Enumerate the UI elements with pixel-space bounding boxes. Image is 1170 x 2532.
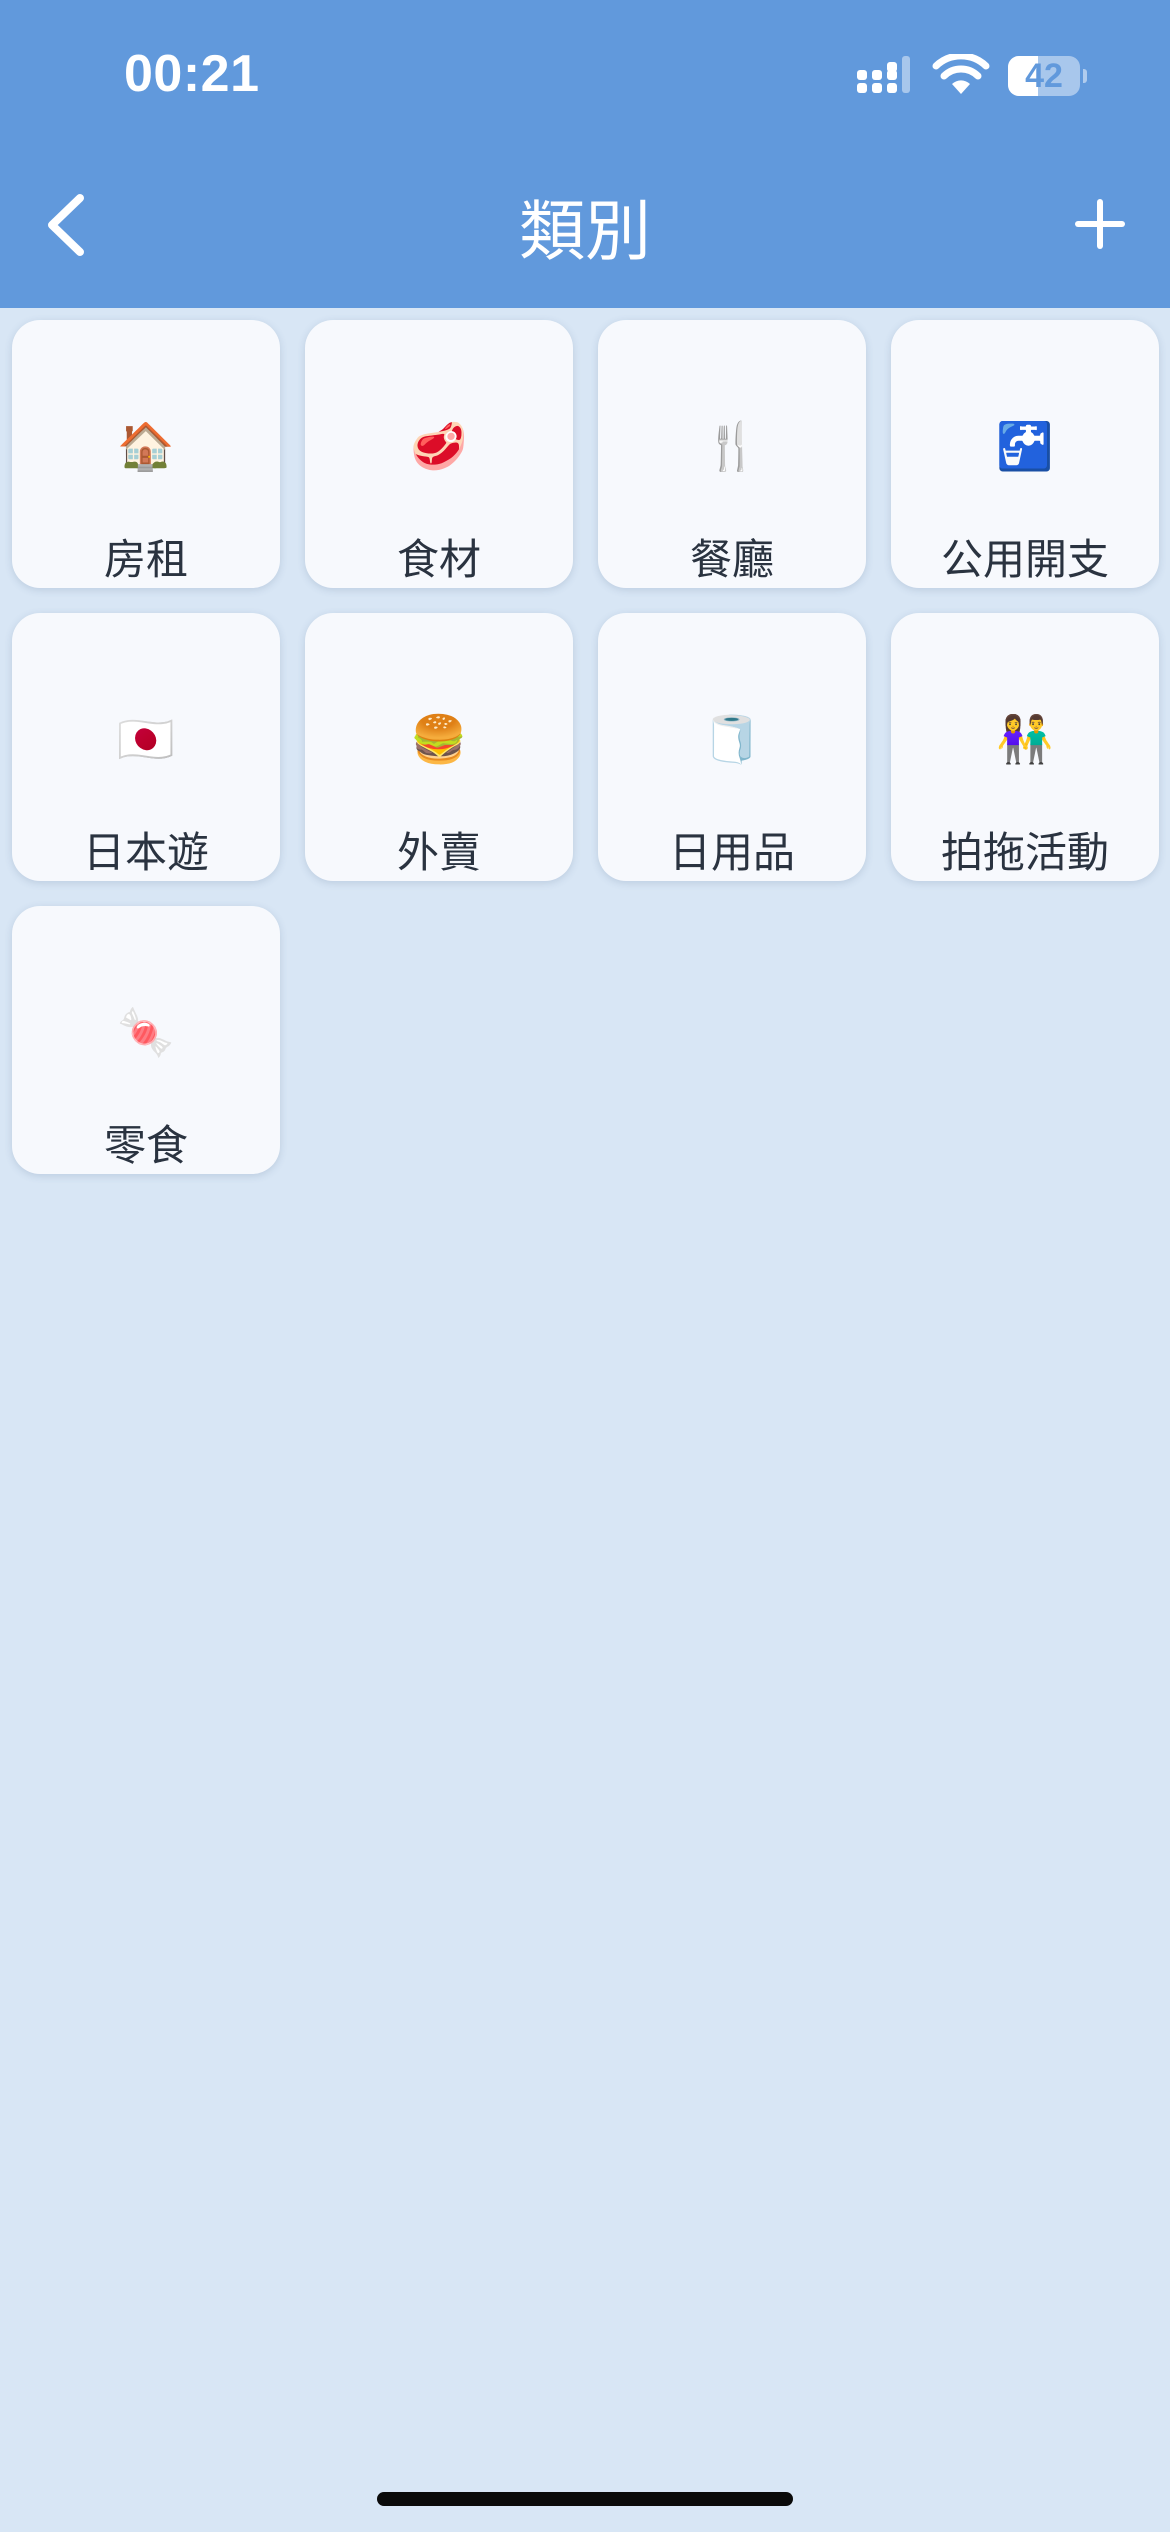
candy-icon: 🍬 <box>117 1005 175 1059</box>
battery-level: 42 <box>1025 57 1063 95</box>
category-tile[interactable]: 🧻 日用品 <box>598 613 866 881</box>
category-label: 日本遊 <box>82 828 209 877</box>
home-indicator[interactable] <box>377 2492 793 2506</box>
battery-nub <box>1083 69 1087 83</box>
category-label: 零食 <box>103 1121 188 1170</box>
category-tile[interactable]: 🍔 外賣 <box>305 613 573 881</box>
category-tile[interactable]: 🏠 房租 <box>12 320 280 588</box>
japan-flag-icon: 🇯🇵 <box>117 712 175 766</box>
couple-icon: 👫 <box>996 712 1054 766</box>
category-tile[interactable]: 🍬 零食 <box>12 906 280 1174</box>
category-label: 房租 <box>103 535 188 584</box>
battery-icon: 42 <box>1008 56 1087 96</box>
category-tile[interactable]: 🚰 公用開支 <box>891 320 1159 588</box>
category-label: 公用開支 <box>940 535 1109 584</box>
burger-icon: 🍔 <box>410 712 468 766</box>
category-label: 拍拖活動 <box>940 828 1109 877</box>
category-tile[interactable]: 👫 拍拖活動 <box>891 613 1159 881</box>
nav-header: 00:21 42 類別 <box>0 0 1170 308</box>
toilet-paper-icon: 🧻 <box>703 712 761 766</box>
category-label: 餐廳 <box>689 535 774 584</box>
fork-knife-icon: 🍴 <box>703 419 761 473</box>
back-button[interactable] <box>36 180 96 270</box>
category-label: 外賣 <box>396 828 481 877</box>
house-icon: 🏠 <box>117 419 175 473</box>
category-tile[interactable]: 🇯🇵 日本遊 <box>12 613 280 881</box>
category-label: 日用品 <box>668 828 795 877</box>
category-label: 食材 <box>396 535 481 584</box>
water-tap-icon: 🚰 <box>996 419 1054 473</box>
wifi-icon <box>932 54 990 94</box>
add-category-button[interactable] <box>1070 184 1130 264</box>
category-grid: 🏠 房租 🥩 食材 🍴 餐廳 🚰 公用開支 🇯🇵 日本遊 🍔 外賣 🧻 日用品 👫 拍拖活動 🍬 零食 <box>12 320 1160 1174</box>
cellular-signal-icon <box>857 56 910 93</box>
status-time: 00:21 <box>124 45 260 103</box>
meat-icon: 🥩 <box>410 419 468 473</box>
category-tile[interactable]: 🥩 食材 <box>305 320 573 588</box>
page-title: 類別 <box>519 193 651 270</box>
category-tile[interactable]: 🍴 餐廳 <box>598 320 866 588</box>
battery-body: 42 <box>1008 56 1080 96</box>
